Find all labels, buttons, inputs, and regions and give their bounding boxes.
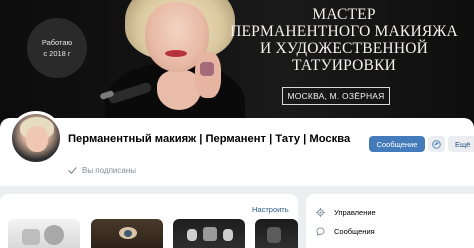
message-icon — [316, 227, 325, 236]
menu-item-label: Сообщения — [334, 227, 375, 236]
page-title: Перманентный макияж | Перманент | Тату |… — [68, 133, 351, 145]
menu-item-messages[interactable]: Сообщения — [316, 227, 375, 236]
product-thumbnail[interactable] — [8, 219, 80, 248]
cover-title: МАСТЕР ПЕРМАНЕНТНОГО МАКИЯЖА И ХУДОЖЕСТВ… — [225, 6, 463, 74]
product-thumbnail[interactable] — [255, 219, 298, 248]
more-button[interactable]: Ещё — [448, 136, 474, 152]
menu-item-label: Управление — [334, 208, 376, 217]
avatar[interactable] — [9, 111, 63, 165]
product-thumbnail[interactable] — [173, 219, 245, 248]
subscription-label: Вы подписаны — [82, 166, 136, 175]
product-image-shape — [124, 230, 132, 237]
cover-photo-jar — [200, 62, 214, 76]
product-thumbnail[interactable] — [91, 219, 163, 248]
share-icon — [432, 139, 441, 149]
badge-line-2: с 2018 г — [43, 49, 71, 58]
subscription-status[interactable]: Вы подписаны — [68, 166, 136, 175]
side-menu — [306, 194, 474, 248]
product-image-shape — [267, 227, 281, 243]
menu-item-manage[interactable]: Управление — [316, 208, 376, 217]
cover-title-line: ТАТУИРОВКИ — [291, 57, 397, 74]
cover-title-line: ПЕРМАНЕНТНОГО МАКИЯЖА — [230, 23, 458, 40]
avatar-face — [26, 126, 48, 152]
cover-title-line: МАСТЕР — [312, 6, 376, 23]
profile-header — [0, 118, 474, 186]
product-image-shape — [44, 225, 64, 245]
experience-badge: Работаю с 2018 г — [27, 18, 87, 78]
product-image-shape — [223, 229, 233, 241]
cover-banner: Работаю с 2018 г МАСТЕР ПЕРМАНЕНТНОГО МА… — [0, 0, 474, 128]
product-image-shape — [187, 229, 197, 241]
message-button[interactable]: Сообщение — [369, 136, 425, 152]
badge-line-1: Работаю — [41, 38, 73, 47]
cover-photo-lips — [165, 50, 187, 57]
configure-link[interactable]: Настроить — [252, 205, 289, 214]
cover-title-line: И ХУДОЖЕСТВЕННОЙ — [260, 40, 428, 57]
cover-location: МОСКВА, М. ОЗЁРНАЯ — [282, 87, 390, 105]
check-icon — [68, 167, 77, 174]
product-image-shape — [22, 229, 40, 245]
product-image-shape — [203, 227, 217, 241]
gear-icon — [316, 208, 325, 217]
share-button[interactable] — [428, 136, 445, 152]
